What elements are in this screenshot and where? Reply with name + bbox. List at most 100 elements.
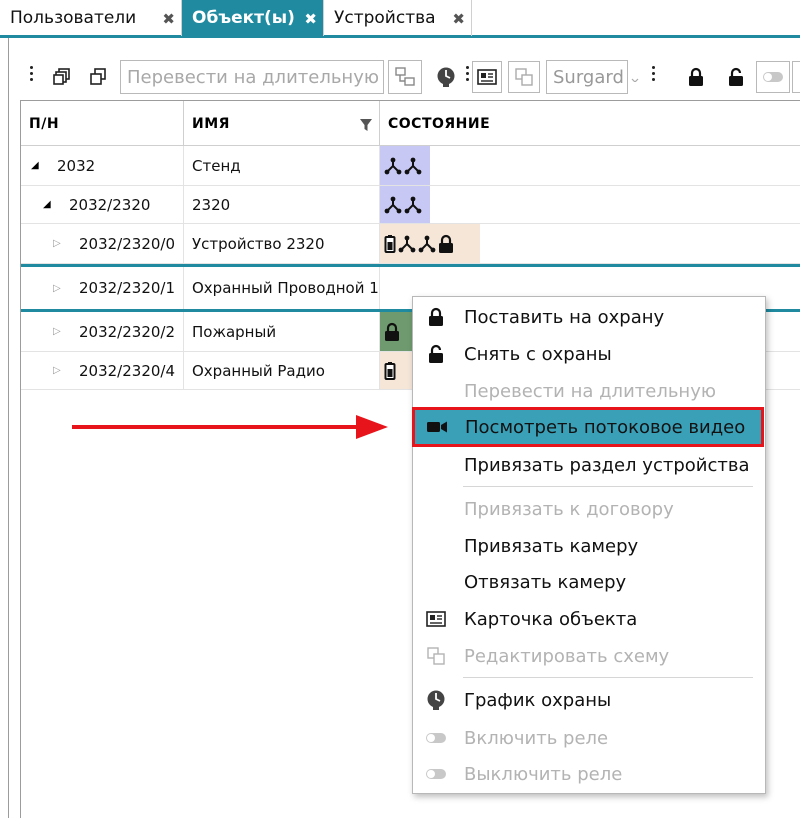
unlock-icon: [729, 67, 743, 86]
object-card-button[interactable]: [472, 61, 502, 93]
filter-icon[interactable]: [359, 118, 373, 132]
name-cell: Устройство 2320: [184, 224, 380, 263]
menu-item-long-term: Перевести на длительную: [413, 373, 765, 409]
menu-item-label: Привязать к договору: [464, 498, 674, 520]
status-indicators: [380, 186, 430, 223]
name-cell: Охранный Радио: [184, 352, 380, 389]
relay-on-button[interactable]: [756, 61, 790, 93]
lock-icon: [385, 322, 399, 341]
menu-item-edit-scheme: Редактировать схему: [413, 638, 765, 674]
toolbar: Перевести на длительную Surgard: [14, 54, 800, 100]
menu-item-label: График охраны: [464, 689, 612, 711]
name-cell: Стенд: [184, 146, 380, 185]
edit-scheme-icon: [425, 645, 447, 667]
menu-item-guard-schedule[interactable]: График охраны: [413, 682, 765, 718]
menu-item-label: Перевести на длительную: [464, 380, 717, 402]
menu-item-label: Карточка объекта: [464, 608, 638, 630]
pn-value: 2032/2320/2: [79, 322, 175, 341]
partition-icon: [418, 235, 436, 252]
relay-off-button[interactable]: [792, 61, 800, 93]
expand-toggle-icon[interactable]: ▷: [53, 238, 65, 249]
tab-devices[interactable]: Устройства ✖: [324, 0, 472, 36]
schedule-clock-icon: [437, 67, 455, 87]
pn-value: 2032/2320: [69, 195, 151, 214]
toolbar-grip[interactable]: [30, 66, 33, 86]
pn-value: 2032/2320/0: [79, 234, 175, 253]
expand-toggle-icon[interactable]: ◢: [31, 160, 43, 171]
table-row[interactable]: ◢ 2032 Стенд: [21, 146, 800, 186]
menu-separator: [463, 486, 753, 487]
state-cell: [380, 186, 800, 223]
menu-item-label: Выключить реле: [464, 763, 623, 785]
pn-cell: ◢ 2032: [21, 146, 184, 185]
pn-value: 2032/2320/4: [79, 361, 175, 380]
toolbar-grip[interactable]: [466, 66, 469, 86]
edit-scheme-button[interactable]: [508, 61, 540, 93]
lock-icon: [425, 306, 447, 328]
menu-item-bind-camera[interactable]: Привязать камеру: [413, 528, 765, 564]
status-indicators: [380, 146, 430, 185]
status-indicators: [380, 224, 480, 263]
menu-item-view-video[interactable]: Посмотреть потоковое видео: [412, 407, 764, 447]
context-menu: Поставить на охрану Снять с охраны Перев…: [412, 296, 766, 794]
menu-item-label: Редактировать схему: [464, 645, 670, 667]
close-icon[interactable]: ✖: [452, 10, 465, 28]
toggle-icon: [763, 72, 783, 82]
edit-scheme-icon: [515, 68, 533, 86]
expand-toggle-icon[interactable]: ▷: [53, 365, 65, 376]
tab-users[interactable]: Пользователи ✖: [0, 0, 182, 36]
protocol-select[interactable]: Surgard: [546, 60, 628, 94]
menu-item-object-card[interactable]: Карточка объекта: [413, 601, 765, 637]
expand-toggle-icon[interactable]: ◢: [43, 199, 55, 210]
status-indicators: [380, 352, 412, 389]
column-header-name[interactable]: ИМЯ: [184, 101, 380, 147]
table-row[interactable]: ◢ 2032/2320 2320: [21, 186, 800, 224]
copy-layers-icon: [90, 68, 106, 85]
table-row[interactable]: ▷ 2032/2320/0 Устройство 2320: [21, 224, 800, 264]
lock-icon: [689, 67, 703, 86]
menu-item-unbind-camera[interactable]: Отвязать камеру: [413, 564, 765, 600]
unlock-icon: [425, 343, 447, 365]
protocol-dropdown-button[interactable]: [628, 62, 642, 92]
menu-item-label: Включить реле: [464, 727, 609, 749]
pn-cell: ▷ 2032/2320/1: [21, 267, 184, 309]
tab-objects[interactable]: Объект(ы) ✖: [182, 0, 324, 36]
disarm-button[interactable]: [722, 62, 750, 92]
video-camera-icon: [426, 416, 448, 438]
mode-input[interactable]: Перевести на длительную: [120, 60, 384, 94]
schedule-button[interactable]: [432, 62, 460, 92]
menu-item-label: Посмотреть потоковое видео: [465, 416, 746, 438]
pn-cell: ▷ 2032/2320/4: [21, 352, 184, 389]
collapse-all-button[interactable]: [84, 62, 112, 92]
partition-icon: [384, 196, 402, 213]
state-cell: [380, 224, 800, 263]
tab-bar: Пользователи ✖ Объект(ы) ✖ Устройства ✖: [0, 0, 800, 38]
tab-label: Устройства: [334, 8, 436, 28]
close-icon[interactable]: ✖: [162, 10, 175, 28]
column-header-label: ИМЯ: [192, 116, 230, 132]
toggle-icon: [425, 763, 447, 785]
toolbar-grip[interactable]: [652, 66, 655, 86]
menu-item-label: Поставить на охрану: [464, 306, 665, 328]
menu-item-relay-on: Включить реле: [413, 720, 765, 756]
tab-label: Пользователи: [10, 8, 137, 28]
device-scheme-button[interactable]: [388, 60, 422, 94]
menu-item-disarm[interactable]: Снять с охраны: [413, 336, 765, 372]
menu-item-label: Привязать камеру: [464, 535, 639, 557]
expand-toggle-icon[interactable]: ▷: [53, 283, 65, 294]
toggle-icon: [425, 727, 447, 749]
menu-item-label: Снять с охраны: [464, 343, 612, 365]
battery-icon: [384, 361, 396, 380]
status-indicators: [380, 312, 412, 351]
expand-all-button[interactable]: [48, 62, 76, 92]
pn-value: 2032: [57, 156, 96, 175]
menu-item-arm[interactable]: Поставить на охрану: [413, 299, 765, 335]
column-header-state[interactable]: СОСТОЯНИЕ: [380, 101, 800, 147]
close-icon[interactable]: ✖: [304, 10, 317, 28]
menu-item-bind-device-partition[interactable]: Привязать раздел устройства: [413, 447, 765, 483]
arm-button[interactable]: [682, 62, 710, 92]
pn-cell: ▷ 2032/2320/2: [21, 312, 184, 351]
column-header-pn[interactable]: П/Н: [21, 101, 184, 147]
expand-toggle-icon[interactable]: ▷: [53, 326, 65, 337]
tab-label: Объект(ы): [192, 8, 295, 28]
